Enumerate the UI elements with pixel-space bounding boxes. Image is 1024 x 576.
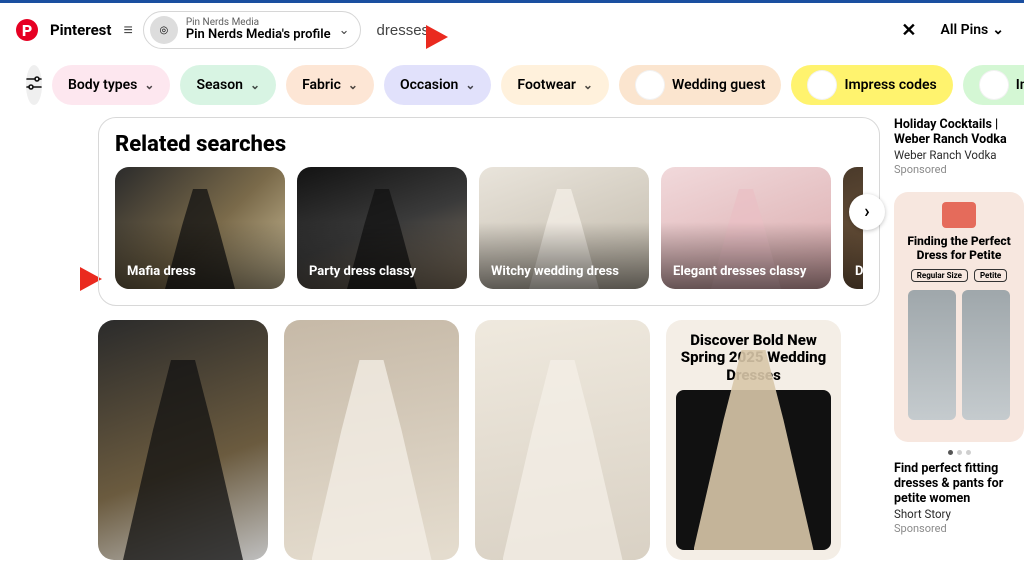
chip-thumb-icon: [979, 70, 1009, 100]
carousel-dots: [894, 450, 1024, 455]
filter-chip[interactable]: Impress codes: [791, 65, 952, 105]
chevron-down-icon: ⌄: [250, 78, 260, 92]
rail-ad-title: Find perfect fitting dresses & pants for…: [894, 461, 1024, 506]
filter-chip[interactable]: Impress: [963, 65, 1024, 105]
side-rail: Holiday Cocktails | Weber Ranch Vodka We…: [894, 117, 1024, 560]
model-image: [962, 290, 1010, 420]
top-header: P Pinterest ≡ ◎ Pin Nerds Media Pin Nerd…: [0, 3, 1024, 59]
chip-label: Footwear: [517, 77, 576, 93]
filter-chip-row: Body types⌄Season⌄Fabric⌄Occasion⌄Footwe…: [0, 59, 1024, 117]
related-searches-panel: Related searches Mafia dress Party dress …: [98, 117, 880, 306]
related-search-card[interactable]: Party dress classy: [297, 167, 467, 289]
chevron-down-icon: ⌄: [348, 78, 358, 92]
sponsored-badge: Sponsored: [894, 163, 1024, 176]
rail-hero-card[interactable]: Finding the Perfect Dress for Petite Reg…: [894, 192, 1024, 442]
rail-ad-brand: Weber Ranch Vodka: [894, 148, 1024, 162]
chip-label: Season: [196, 77, 243, 93]
chevron-down-icon: ⌄: [339, 23, 350, 38]
clear-search-icon[interactable]: ✕: [901, 20, 916, 41]
size-pill: Petite: [974, 269, 1007, 282]
size-pill: Regular Size: [911, 269, 968, 282]
sliders-icon: [26, 75, 42, 95]
related-search-label: Mafia dress: [115, 254, 208, 289]
rail-ad-brand: Short Story: [894, 507, 1024, 521]
filter-chip[interactable]: Occasion ⌄: [384, 65, 491, 105]
filter-chip[interactable]: Footwear ⌄: [501, 65, 609, 105]
related-search-card[interactable]: Witchy wedding dress: [479, 167, 649, 289]
chevron-down-icon: ⌄: [583, 78, 593, 92]
dress-silhouette-icon: [312, 360, 432, 560]
filter-chip[interactable]: Body types ⌄: [52, 65, 170, 105]
pin-promo-card[interactable]: Discover Bold New Spring 2025 Wedding Dr…: [666, 320, 841, 560]
search-input[interactable]: [371, 14, 925, 47]
rail-ad-title: Holiday Cocktails | Weber Ranch Vodka: [894, 117, 1024, 147]
pinterest-logo-icon[interactable]: P: [16, 19, 38, 41]
chip-label: Wedding guest: [672, 77, 766, 93]
menu-icon[interactable]: ≡: [123, 20, 132, 40]
filter-chip[interactable]: Fabric ⌄: [286, 65, 374, 105]
related-searches-title: Related searches: [115, 132, 863, 157]
filter-chip[interactable]: Season ⌄: [180, 65, 276, 105]
avatar: ◎: [150, 16, 178, 44]
dress-silhouette-icon: [123, 360, 243, 560]
chip-label: Occasion: [400, 77, 458, 93]
chevron-down-icon: ⌄: [992, 22, 1004, 38]
annotation-arrow-icon: [426, 25, 448, 49]
dot-icon: [948, 450, 953, 455]
related-search-card[interactable]: Mafia dress: [115, 167, 285, 289]
dot-icon: [966, 450, 971, 455]
profile-title: Pin Nerds Media's profile: [186, 28, 331, 42]
pin-card[interactable]: [98, 320, 268, 560]
brand-badge-icon: [942, 202, 976, 228]
filter-chip[interactable]: Wedding guest: [619, 65, 782, 105]
dress-silhouette-icon: [503, 360, 623, 560]
pin-card[interactable]: [475, 320, 650, 560]
chip-label: Impress: [1016, 77, 1024, 93]
chevron-right-icon: ›: [864, 201, 869, 222]
chip-label: Body types: [68, 77, 137, 93]
rail-hero-title: Finding the Perfect Dress for Petite: [904, 234, 1014, 263]
filters-button[interactable]: [26, 65, 42, 105]
chip-thumb-icon: [635, 70, 665, 100]
scope-label: All Pins: [941, 22, 989, 38]
brand-label: Pinterest: [50, 21, 111, 39]
related-search-label: Party dress classy: [297, 254, 428, 289]
related-search-card[interactable]: Elegant dresses classy: [661, 167, 831, 289]
rail-ad-card[interactable]: Holiday Cocktails | Weber Ranch Vodka We…: [894, 117, 1024, 176]
profile-switcher[interactable]: ◎ Pin Nerds Media Pin Nerds Media's prof…: [143, 11, 361, 49]
scope-selector[interactable]: All Pins ⌄: [935, 22, 1010, 38]
related-searches-row: Mafia dress Party dress classy Witchy wedd…: [115, 167, 863, 289]
promo-image: [676, 390, 831, 550]
chip-thumb-icon: [807, 70, 837, 100]
model-image: [908, 290, 956, 420]
chevron-down-icon: ⌄: [144, 78, 154, 92]
carousel-next-button[interactable]: ›: [849, 194, 885, 230]
chip-label: Fabric: [302, 77, 341, 93]
related-search-label: Elegant dresses classy: [661, 254, 818, 289]
chip-label: Impress codes: [844, 77, 936, 93]
chevron-down-icon: ⌄: [465, 78, 475, 92]
pin-card[interactable]: [284, 320, 459, 560]
sponsored-badge: Sponsored: [894, 522, 1024, 535]
related-search-label: Dress: [843, 254, 863, 289]
search-bar: ✕: [371, 14, 925, 47]
rail-ad-card[interactable]: Find perfect fitting dresses & pants for…: [894, 461, 1024, 535]
related-search-label: Witchy wedding dress: [479, 254, 631, 289]
pin-grid: Discover Bold New Spring 2025 Wedding Dr…: [14, 320, 880, 560]
dot-icon: [957, 450, 962, 455]
